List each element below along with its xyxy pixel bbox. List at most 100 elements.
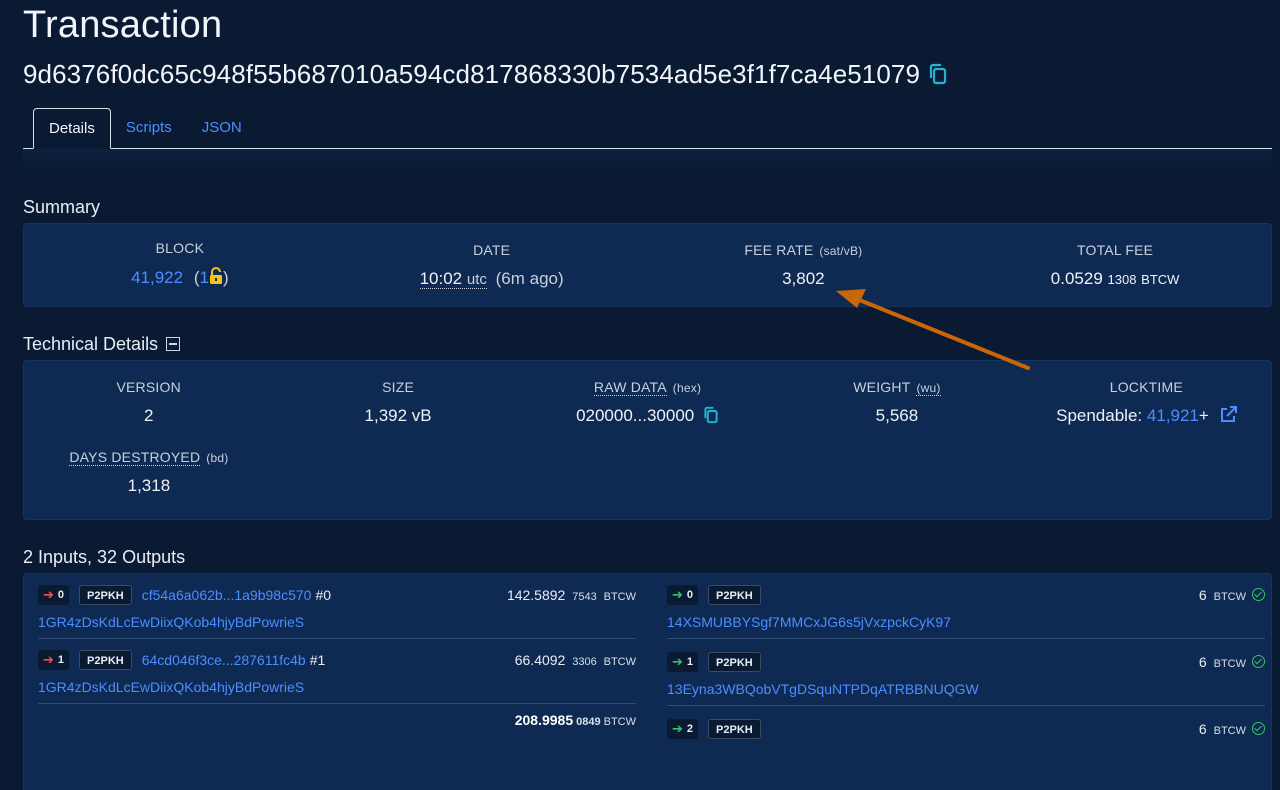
date-time-wrap: 10:02 utc <box>419 268 487 289</box>
io-panel: ➔ 0 P2PKH cf54a6a062b...1a9b98c570 #0 142… <box>23 573 1272 790</box>
output-index[interactable]: ➔ 1 <box>667 652 699 672</box>
input-index-num: 0 <box>57 589 65 601</box>
input-address-link[interactable]: 1GR4zDsKdLcEwDiixQKob4hjyBdPowrieS <box>38 679 636 695</box>
prev-tx-link[interactable]: 64cd046f3ce...287611fc4b <box>142 652 306 668</box>
input-head: ➔ 0 P2PKH cf54a6a062b...1a9b98c570 #0 142… <box>38 584 636 606</box>
copy-raw-icon[interactable] <box>703 406 719 429</box>
tab-json[interactable]: JSON <box>187 108 257 148</box>
arrow-right-icon: ➔ <box>43 587 54 602</box>
total-fee-main: 0.0529 <box>1050 268 1103 288</box>
output-address-link[interactable]: 13Eyna3WBQobVTgDSquNTPDqATRBBNUQGW <box>667 681 1265 697</box>
output-amount: 6 BTCW <box>1199 587 1265 603</box>
locktime-prefix: Spendable: <box>1056 406 1143 425</box>
total-fee-label: TOTAL FEE <box>1077 241 1154 258</box>
output-amount: 6 BTCW <box>1199 721 1265 737</box>
output-head: ➔ 1 P2PKH 6 BTCW <box>667 651 1265 673</box>
date-ago: (6m ago) <box>495 268 564 288</box>
output-amount-main: 6 <box>1198 654 1207 670</box>
weight-stat: WEIGHT (wu) 5,568 <box>772 379 1021 429</box>
input-index[interactable]: ➔ 1 <box>38 650 70 670</box>
raw-data-unit: (hex) <box>672 381 702 395</box>
copy-icon[interactable] <box>928 63 948 85</box>
date-label: DATE <box>473 241 511 258</box>
output-index-num: 2 <box>686 723 694 735</box>
output-index-num: 1 <box>686 656 694 668</box>
prev-vout: #0 <box>315 587 332 603</box>
raw-data-label-text: RAW DATA <box>593 379 667 396</box>
block-link[interactable]: 41,922 <box>131 268 183 287</box>
collapse-icon[interactable] <box>166 337 181 351</box>
input-item: ➔ 0 P2PKH cf54a6a062b...1a9b98c570 #0 142… <box>38 584 636 639</box>
io-title: 2 Inputs, 32 Outputs <box>23 546 1272 568</box>
output-amount-unit: BTCW <box>1213 591 1246 603</box>
script-type-badge: P2PKH <box>79 650 132 670</box>
input-amount-main: 66.4092 <box>514 652 566 668</box>
input-amount: 142.5892 7543 BTCW <box>507 587 636 603</box>
input-amount-unit: BTCW <box>603 656 636 668</box>
output-amount-main: 6 <box>1198 587 1207 603</box>
txid: 9d6376f0dc65c948f55b687010a594cd81786833… <box>23 58 921 89</box>
input-amount: 66.4092 3306 BTCW <box>515 652 636 668</box>
arrow-right-icon: ➔ <box>672 587 683 602</box>
version-stat: VERSION 2 <box>24 379 273 429</box>
arrow-right-icon: ➔ <box>672 721 683 736</box>
input-amount-main: 142.5892 <box>506 587 566 603</box>
output-index[interactable]: ➔ 0 <box>667 585 699 605</box>
locktime-block-link[interactable]: 41,921 <box>1147 406 1199 425</box>
weight-unit: (wu) <box>916 381 941 396</box>
input-index[interactable]: ➔ 0 <box>38 585 70 605</box>
inputs-total-unit: BTCW <box>603 716 636 728</box>
script-type-badge: P2PKH <box>708 585 761 605</box>
unspent-check-icon <box>1252 588 1265 601</box>
tab-scripts[interactable]: Scripts <box>111 108 187 148</box>
output-amount-unit: BTCW <box>1213 725 1246 737</box>
raw-data-stat: RAW DATA (hex) 020000...30000 <box>523 379 772 429</box>
prev-tx-link[interactable]: cf54a6a062b...1a9b98c570 <box>142 587 312 603</box>
arrow-right-icon: ➔ <box>672 654 683 669</box>
input-address-link[interactable]: 1GR4zDsKdLcEwDiixQKob4hjyBdPowrieS <box>38 614 636 630</box>
weight-label-text: WEIGHT <box>853 379 911 395</box>
input-amount-sub: 7543 <box>572 591 597 603</box>
confirmations-link[interactable]: 1 <box>200 268 209 287</box>
tab-details[interactable]: Details <box>33 108 111 149</box>
input-amount-sub: 3306 <box>572 656 597 668</box>
locktime-stat: LOCKTIME Spendable: 41,921+ <box>1022 379 1271 429</box>
locktime-value: Spendable: 41,921+ <box>1022 406 1271 428</box>
date-tz: utc <box>466 270 487 288</box>
technical-card: VERSION 2 SIZE 1,392 vB RAW DATA (hex) 02… <box>23 360 1272 520</box>
transaction-page: Transaction 9d6376f0dc65c948f55b687010a5… <box>0 0 1280 790</box>
tab-shadow <box>23 149 1272 171</box>
block-value: 41,922 (1) <box>24 267 336 290</box>
days-destroyed-value: 1,318 <box>127 476 171 495</box>
raw-data-text: 020000...30000 <box>576 406 695 425</box>
lock-icon <box>209 267 223 290</box>
unspent-check-icon <box>1252 722 1265 735</box>
arrow-right-icon: ➔ <box>43 652 54 667</box>
locktime-label: LOCKTIME <box>1109 379 1183 395</box>
size-label: SIZE <box>382 379 415 395</box>
raw-data-value: 020000...30000 <box>523 406 772 429</box>
locktime-suffix: + <box>1198 406 1209 425</box>
total-fee-sub: 1308 <box>1107 271 1137 287</box>
technical-title: Technical Details <box>23 333 1272 355</box>
block-label: BLOCK <box>155 240 205 256</box>
output-address-link[interactable]: 14XSMUBBYSgf7MMCxJG6s5jVxzpckCyK97 <box>667 614 1265 630</box>
size-stat: SIZE 1,392 vB <box>273 379 522 429</box>
input-index-num: 1 <box>57 654 65 666</box>
txid-row: 9d6376f0dc65c948f55b687010a594cd81786833… <box>23 53 1272 95</box>
script-type-badge: P2PKH <box>708 719 761 739</box>
weight-value: 5,568 <box>875 406 919 425</box>
date-value: 10:02 utc (6m ago) <box>336 268 648 289</box>
fee-rate-label-text: FEE RATE <box>744 241 814 258</box>
tech-row-2: DAYS DESTROYED (bd) 1,318 <box>24 449 1271 496</box>
script-type-badge: P2PKH <box>708 652 761 672</box>
summary-card: BLOCK 41,922 (1) DATE 10:02 utc (6m ago)… <box>23 223 1272 307</box>
output-item: ➔ 0 P2PKH 6 BTCW 14XSMUBBYSgf7MMCxJG6s5jV… <box>667 584 1265 639</box>
inputs-total-sub: 0849 <box>576 716 601 728</box>
fee-rate-stat: FEE RATE (sat/vB) 3,802 <box>648 242 960 289</box>
date-stat: DATE 10:02 utc (6m ago) <box>336 242 648 289</box>
tab-bar: Details Scripts JSON <box>23 108 1272 149</box>
external-link-icon[interactable] <box>1220 406 1237 428</box>
output-index[interactable]: ➔ 2 <box>667 719 699 739</box>
block-stat: BLOCK 41,922 (1) <box>24 240 336 290</box>
